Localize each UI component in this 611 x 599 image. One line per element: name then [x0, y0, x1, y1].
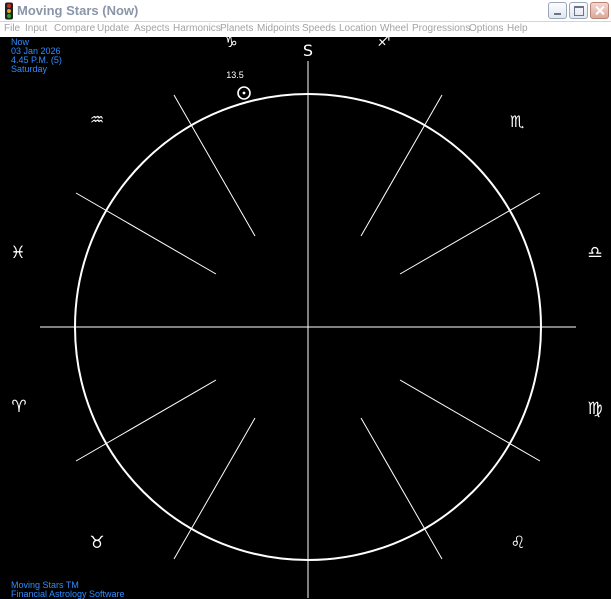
sun-degree-label: 13.5 — [226, 70, 244, 80]
aries-icon: ♈ — [11, 397, 26, 417]
window-title: Moving Stars (Now) — [17, 3, 139, 18]
chart-info: Now 03 Jan 2026 4.45 P.M. (5) Saturday — [11, 38, 62, 74]
menu-options[interactable]: Options — [469, 23, 503, 34]
leo-icon: ♌ — [510, 533, 525, 553]
menu-compare[interactable]: Compare — [54, 23, 95, 34]
menu-help[interactable]: Help — [507, 23, 528, 34]
menu-aspects[interactable]: Aspects — [134, 23, 170, 34]
spoke-line — [360, 417, 443, 560]
taurus-icon: ♉ — [89, 533, 104, 553]
spoke-line — [173, 417, 256, 560]
menu-planets[interactable]: Planets — [220, 23, 253, 34]
scorpio-icon: ♏ — [510, 112, 524, 131]
aquarius-icon: ♒ — [90, 110, 104, 129]
spoke-line — [399, 192, 541, 275]
minimize-icon[interactable] — [548, 2, 567, 19]
menu-location[interactable]: Location — [339, 23, 377, 34]
spoke-line — [75, 379, 217, 462]
spoke-line — [360, 94, 443, 237]
menu-midpoints[interactable]: Midpoints — [257, 23, 300, 34]
info-weekday: Saturday — [11, 64, 48, 74]
maximize-icon[interactable] — [569, 2, 588, 19]
menu-wheel[interactable]: Wheel — [380, 23, 408, 34]
virgo-icon: ♍ — [587, 399, 602, 419]
spoke-line — [75, 192, 217, 275]
close-icon[interactable] — [590, 2, 609, 19]
menu-harmonics[interactable]: Harmonics — [173, 23, 221, 34]
menu-speeds[interactable]: Speeds — [302, 23, 336, 34]
spoke-line — [173, 94, 256, 237]
capricorn-icon: ♑ — [224, 37, 237, 51]
menu-progressions[interactable]: Progressions — [412, 23, 470, 34]
astrology-wheel[interactable]: S ♑ ♐ ♒ ♏ ♓ ♎ ♈ ♍ ♉ ♌ 13.5 — [0, 37, 611, 598]
title-bar[interactable]: Moving Stars (Now) — [0, 0, 611, 22]
sagittarius-icon: ♐ — [377, 37, 390, 50]
pisces-icon: ♓ — [10, 243, 25, 263]
traffic-light-icon — [5, 2, 13, 20]
menu-input[interactable]: Input — [25, 23, 47, 34]
window-controls — [548, 2, 609, 20]
menu-update[interactable]: Update — [97, 23, 129, 34]
menu-bar: File Input Compare Update Aspects Harmon… — [0, 22, 611, 37]
footer-info: Moving Stars TM Financial Astrology Soft… — [11, 581, 125, 599]
menu-file[interactable]: File — [4, 23, 20, 34]
sun-icon[interactable] — [237, 86, 251, 100]
libra-icon: ♎ — [587, 243, 602, 263]
south-marker: S — [303, 41, 313, 60]
spoke-line — [399, 379, 541, 462]
